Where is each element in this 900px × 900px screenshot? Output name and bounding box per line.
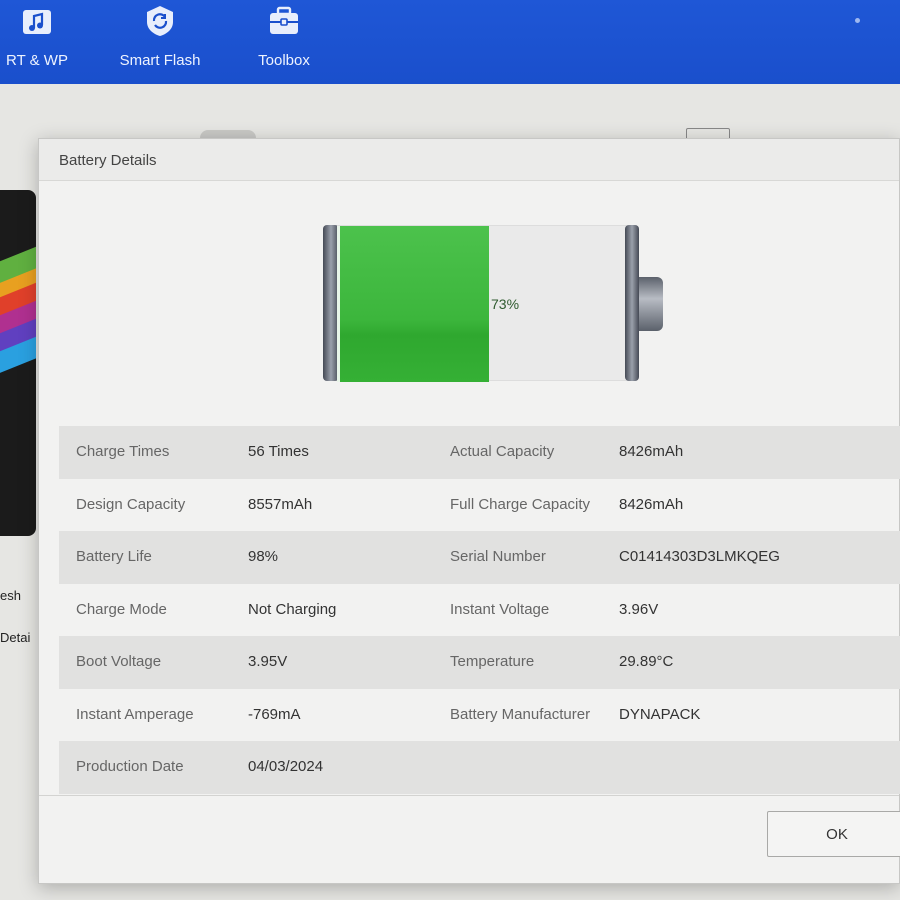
detail-row: Charge Mode Not Charging Instant Voltage 3.… (59, 584, 900, 637)
detail-label: Temperature (450, 653, 535, 670)
dialog-footer-divider (39, 795, 899, 796)
detail-row: Instant Amperage -769mA Battery Manufactur… (59, 689, 900, 742)
detail-row: Charge Times 56 Times Actual Capacity 8426m… (59, 426, 900, 479)
dialog-title: Battery Details (39, 139, 899, 181)
battery-right-cap (625, 225, 639, 381)
detail-label: Production Date (76, 758, 184, 775)
music-folder-icon (23, 10, 51, 34)
detail-label: Battery Life (76, 548, 152, 565)
toolbar-indicator-dot (855, 18, 860, 23)
detail-label: Actual Capacity (450, 443, 555, 460)
battery-percent-label: 73% (491, 296, 520, 312)
detail-row: Battery Life 98% Serial Number C01414303D3L… (59, 531, 900, 584)
detail-value: 3.95V (248, 653, 288, 670)
battery-body: 73% (337, 225, 627, 382)
detail-value: 29.89°C (619, 653, 674, 670)
ok-button[interactable]: OK (767, 811, 900, 857)
detail-value: 3.96V (619, 600, 659, 618)
detail-value: 8557mAh (248, 495, 313, 513)
detail-value: DYNAPACK (619, 705, 701, 723)
detail-label: Serial Number (450, 548, 546, 565)
battery-graphic: 73% (323, 225, 665, 383)
toolbar-smart-flash-label: Smart Flash (119, 52, 201, 69)
detail-value: 8426mAh (619, 443, 684, 460)
detail-row: Production Date 04/03/2024 (59, 741, 900, 794)
toolbar-toolbox-button[interactable]: Toolbox (250, 0, 318, 69)
detail-value: 56 Times (248, 443, 309, 460)
detail-value: -769mA (248, 705, 301, 723)
toolbar-rt-wp-label: RT & WP (6, 52, 68, 69)
detail-label: Design Capacity (76, 495, 186, 513)
detail-label: Full Charge Capacity (450, 495, 591, 513)
detail-row: Boot Voltage 3.95V Temperature 29.89°C (59, 636, 900, 689)
detail-label: Battery Manufacturer (450, 705, 591, 723)
toolbar-rt-wp-button[interactable]: RT & WP (0, 0, 74, 69)
detail-label: Instant Voltage (450, 600, 550, 618)
detail-value: Not Charging (248, 600, 337, 618)
detail-value: 04/03/2024 (248, 758, 324, 775)
battery-details-dialog: Battery Details 73% Charge Times 56 Times… (38, 138, 900, 884)
detail-value: 8426mAh (619, 495, 684, 513)
battery-details-table: Charge Times 56 Times Actual Capacity 8426m… (59, 426, 900, 794)
detail-label: Charge Times (76, 443, 170, 460)
detail-row: Design Capacity 8557mAh Full Charge Capaci… (59, 479, 900, 532)
refresh-shield-icon (147, 6, 173, 36)
battery-terminal (639, 277, 663, 331)
background-label-refresh: esh (0, 588, 21, 603)
detail-label: Charge Mode (76, 600, 167, 618)
toolbox-icon (270, 6, 298, 34)
detail-label: Instant Amperage (76, 705, 194, 723)
toolbar-toolbox-label: Toolbox (258, 52, 310, 69)
device-preview (0, 190, 36, 536)
detail-value: 98% (248, 548, 279, 565)
background-label-details: Detai (0, 630, 31, 645)
detail-label: Boot Voltage (76, 653, 162, 670)
toolbar-smart-flash-button[interactable]: Smart Flash (114, 0, 206, 69)
battery-level-fill (337, 226, 490, 382)
detail-value: C01414303D3LMKQEG (619, 548, 780, 565)
top-toolbar: RT & WP Smart Flash Toolbox (0, 0, 900, 84)
